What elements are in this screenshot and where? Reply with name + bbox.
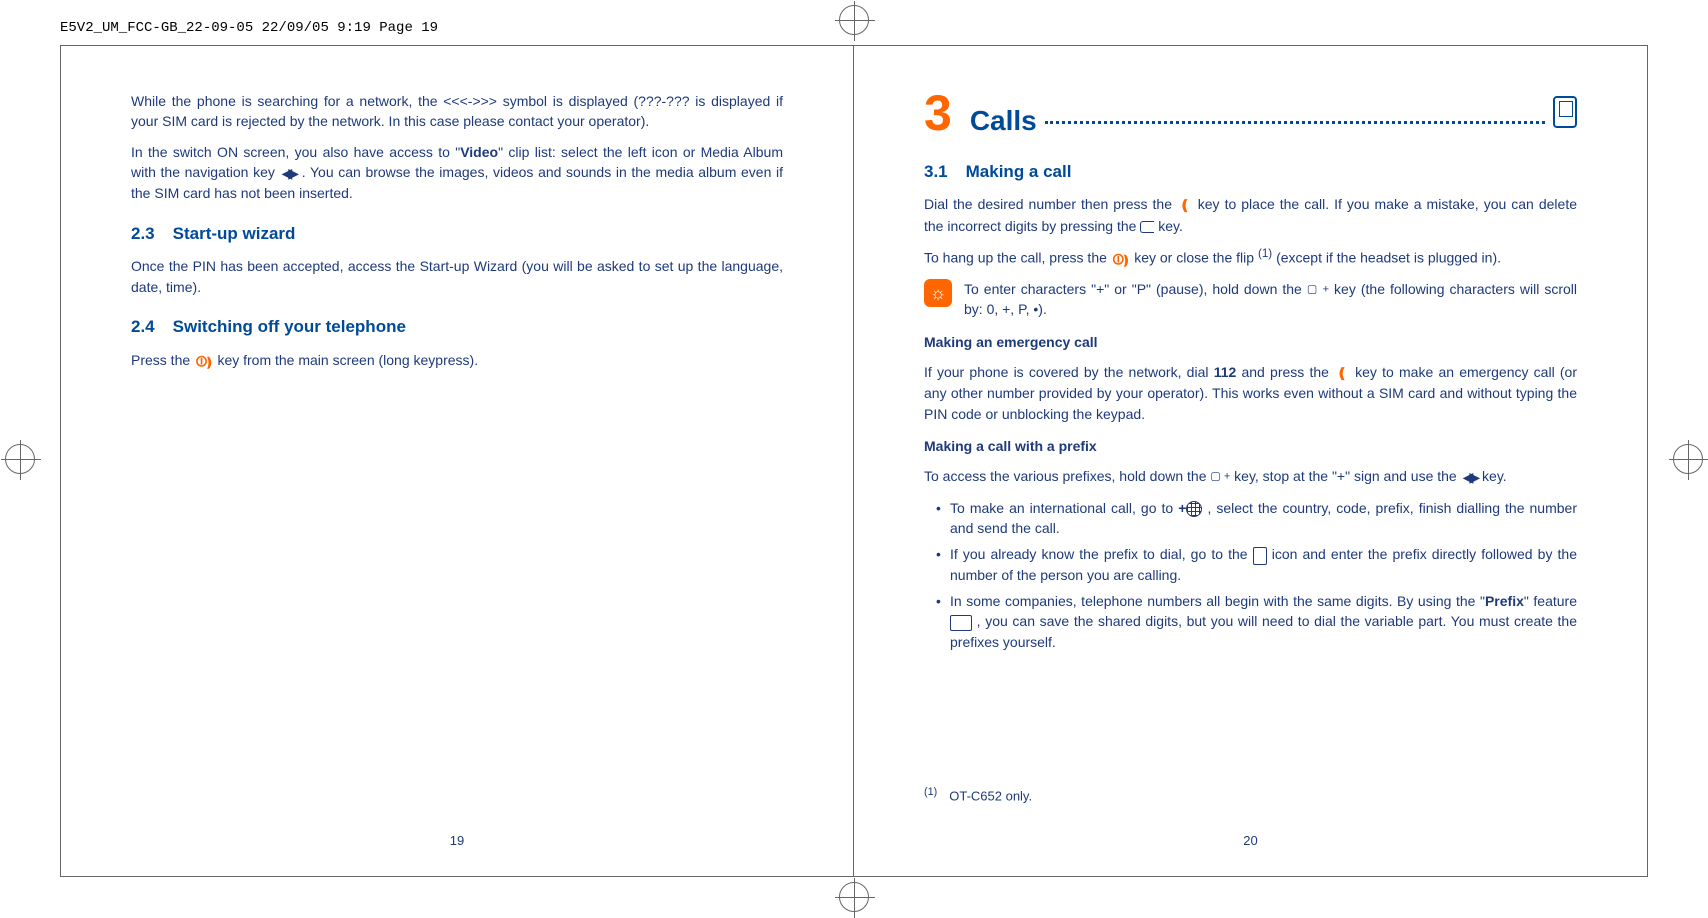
section-2-3-heading: 2.3Start-up wizard [131, 222, 783, 247]
subheading-emergency: Making an emergency call [924, 332, 1577, 352]
call-key-icon: ❪ [1179, 195, 1191, 215]
footnote: (1)OT-C652 only. [924, 785, 1032, 806]
list-item: If you already know the prefix to dial, … [936, 544, 1577, 585]
print-header: E5V2_UM_FCC-GB_22-09-05 22/09/05 9:19 Pa… [60, 20, 438, 36]
tip-block: ☼ To enter characters "+" or "P" (pause)… [924, 279, 1577, 320]
list-item: In some companies, telephone numbers all… [936, 591, 1577, 652]
section-3-1-heading: 3.1Making a call [924, 160, 1577, 185]
page-number-20: 20 [854, 832, 1647, 851]
chapter-3-heading: 3 Calls [924, 91, 1577, 142]
page-number-19: 19 [61, 832, 853, 851]
paragraph-switch-off: Press the ⏼❫ key from the main screen (l… [131, 350, 783, 371]
crop-mark-right [1668, 439, 1708, 479]
crop-mark-top [834, 0, 874, 40]
paragraph-dial-number: Dial the desired number then press the ❪… [924, 194, 1577, 236]
chapter-number: 3 [924, 91, 952, 136]
paragraph-hangup: To hang up the call, press the ⏼❫ key or… [924, 246, 1577, 269]
power-key-icon: ⏼❫ [196, 351, 212, 371]
page-19: While the phone is searching for a netwo… [61, 46, 854, 876]
call-key-icon-2: ❪ [1336, 363, 1348, 383]
clear-key-icon [1140, 221, 1154, 233]
leader-dots [1045, 121, 1545, 124]
prefix-feature-icon [950, 615, 972, 631]
paragraph-startup-wizard: Once the PIN has been accepted, access t… [131, 256, 783, 297]
crop-mark-left [0, 439, 40, 479]
sim-icon [1253, 547, 1267, 565]
page-spread: While the phone is searching for a netwo… [60, 45, 1648, 877]
paragraph-video-clip: In the switch ON screen, you also have a… [131, 142, 783, 204]
chapter-title: Calls [970, 101, 1037, 142]
zero-plus-key-icon-2: ▢ + [1210, 471, 1230, 483]
nav-key-icon: ◀▶ [282, 163, 296, 183]
tip-lightbulb-icon: ☼ [924, 279, 952, 307]
paragraph-network-search: While the phone is searching for a netwo… [131, 91, 783, 132]
list-item: To make an international call, go to + ,… [936, 498, 1577, 539]
nav-key-icon-2: ◀▶ [1463, 467, 1477, 487]
subheading-prefix: Making a call with a prefix [924, 436, 1577, 456]
page-20: 3 Calls 3.1Making a call Dial the desire… [854, 46, 1647, 876]
end-key-icon: ⏼❫ [1113, 249, 1129, 269]
globe-icon [1186, 501, 1202, 517]
paragraph-prefix-access: To access the various prefixes, hold dow… [924, 466, 1577, 487]
section-2-4-heading: 2.4Switching off your telephone [131, 315, 783, 340]
phone-icon [1553, 96, 1577, 128]
crop-mark-bottom [834, 877, 874, 917]
zero-plus-key-icon: ▢ + [1307, 283, 1329, 295]
prefix-bullet-list: To make an international call, go to + ,… [924, 498, 1577, 652]
paragraph-emergency: If your phone is covered by the network,… [924, 362, 1577, 424]
tip-text: To enter characters "+" or "P" (pause), … [964, 279, 1577, 320]
